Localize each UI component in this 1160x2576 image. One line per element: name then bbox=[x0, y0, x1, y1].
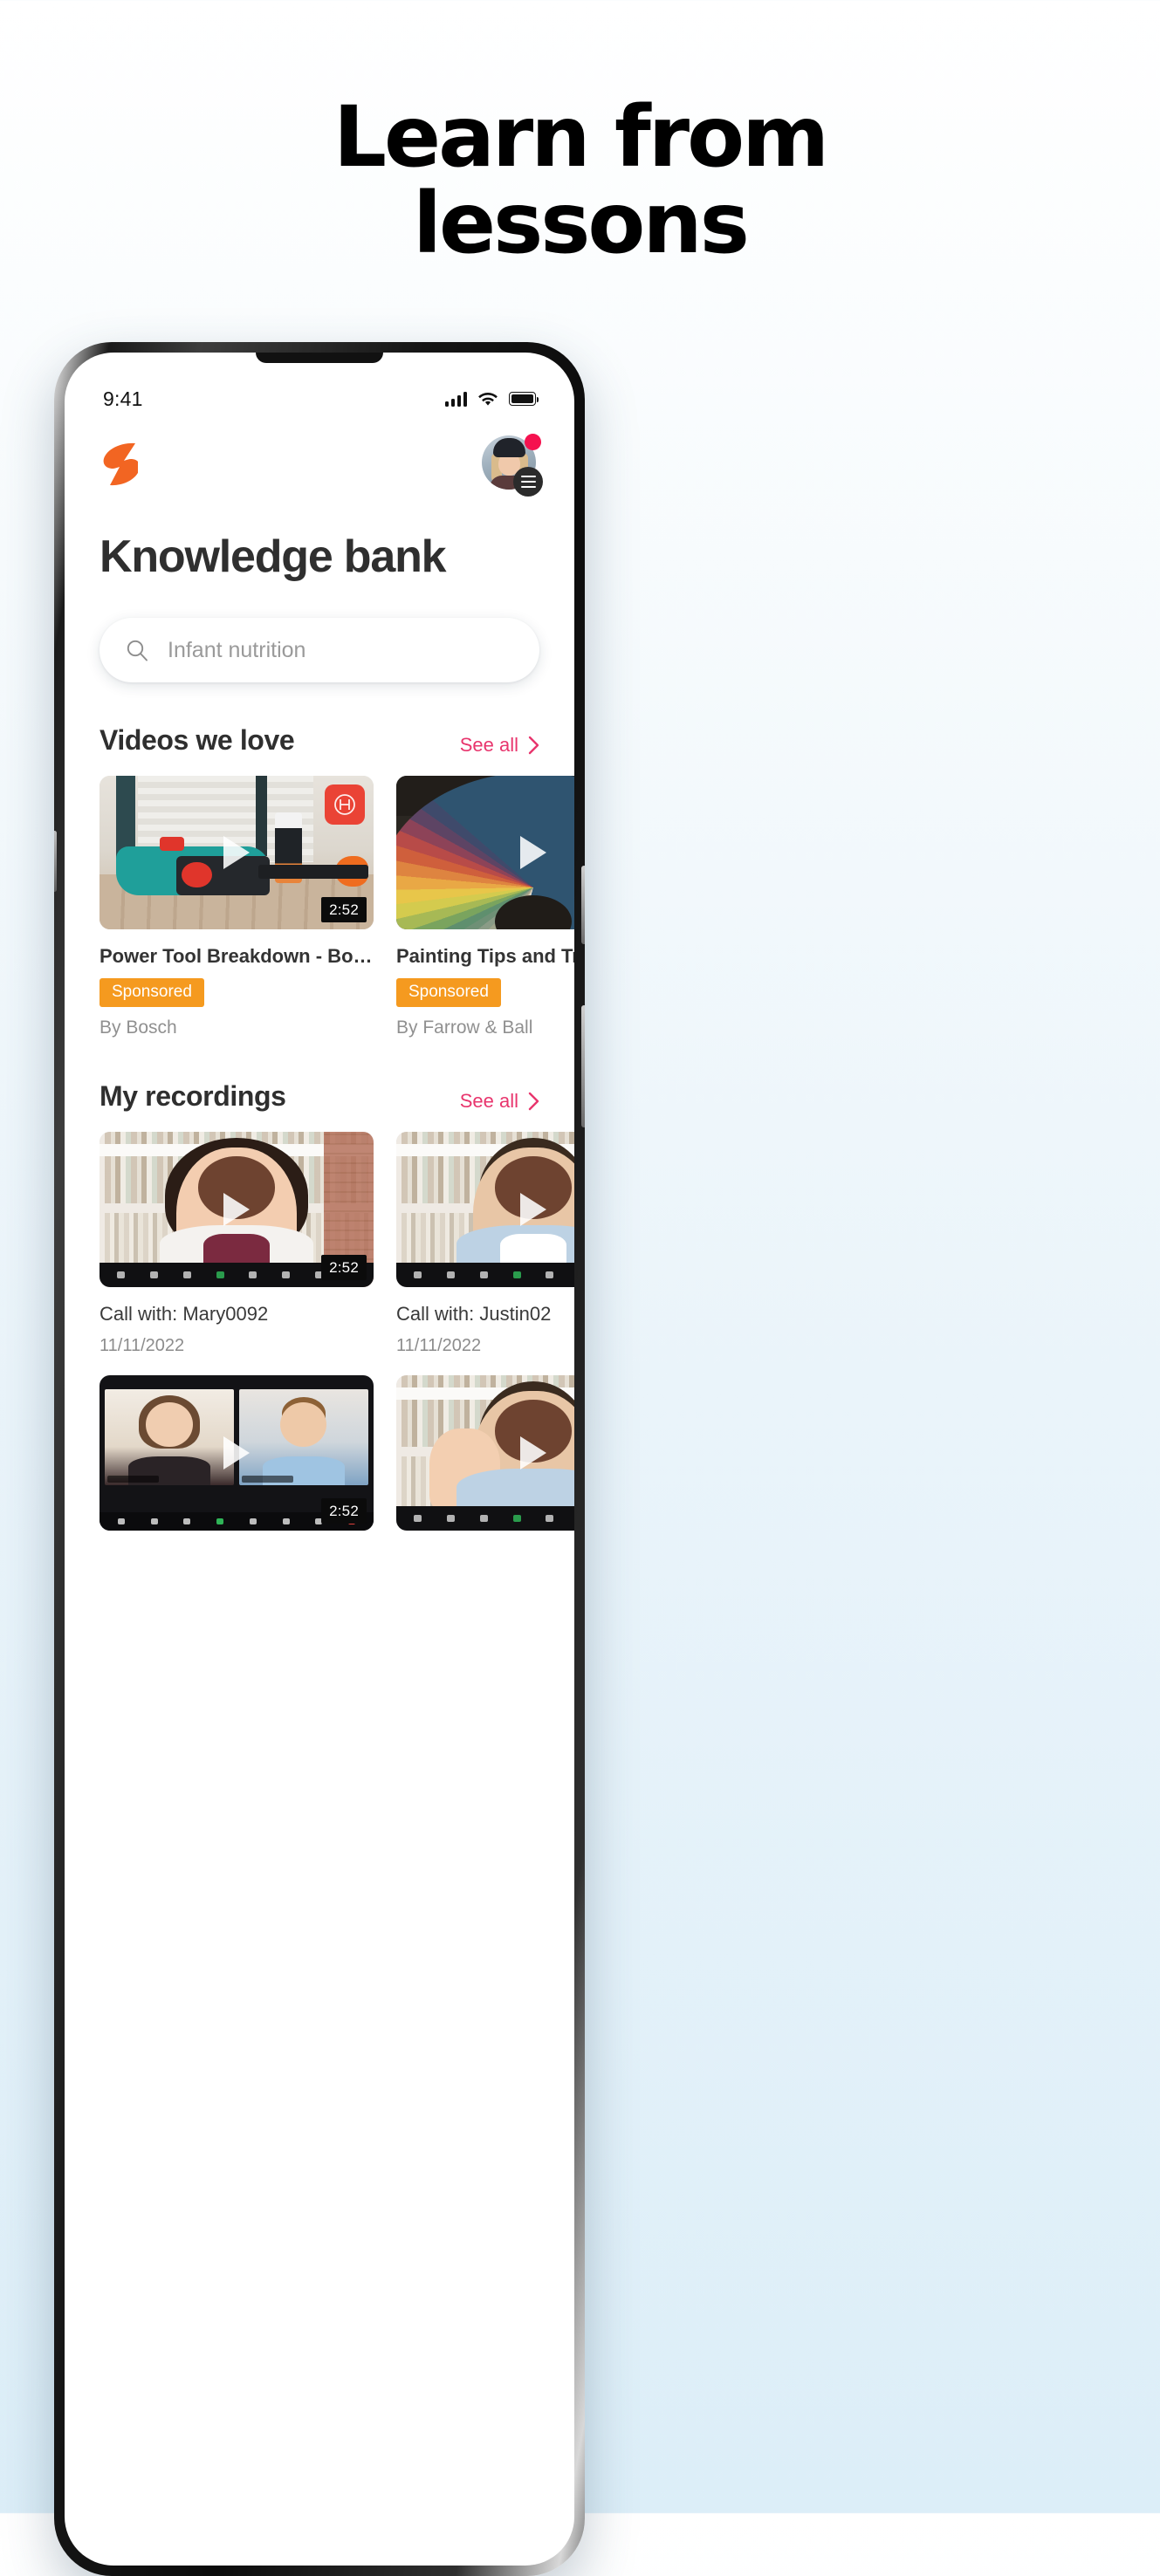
see-all-label: See all bbox=[459, 1090, 518, 1112]
video-thumbnail[interactable] bbox=[396, 776, 574, 929]
search-icon bbox=[126, 639, 148, 661]
recording-date: 11/11/2022 bbox=[100, 1336, 185, 1355]
section-header-recordings: My recordings See all bbox=[100, 1080, 539, 1113]
play-icon bbox=[223, 1436, 250, 1470]
play-icon bbox=[520, 836, 546, 869]
recording-card[interactable]: 1:32 Call with: Justin02 11/11/2022 bbox=[396, 1132, 574, 1356]
recording-card[interactable]: 2:52 bbox=[396, 1375, 574, 1531]
headline-line-1: Learn from bbox=[333, 88, 829, 186]
video-call-woman-waving bbox=[396, 1375, 574, 1531]
chevron-right-icon bbox=[528, 736, 539, 755]
phone-notch bbox=[256, 353, 383, 363]
my-recordings-row-1: 2:52 Call with: Mary0092 11/11/2022 Call… bbox=[100, 1132, 574, 1356]
hero-headline: Learn from lessons bbox=[0, 94, 1160, 267]
search-input[interactable]: Infant nutrition bbox=[100, 618, 539, 682]
page-title: Knowledge bank bbox=[100, 531, 447, 582]
wifi-icon bbox=[477, 391, 498, 407]
sponsored-badge: Sponsored bbox=[100, 978, 204, 1007]
video-call-man-bookshelf bbox=[396, 1132, 574, 1287]
headline-text: Learn from lessons bbox=[0, 94, 1160, 267]
see-all-videos-link[interactable]: See all bbox=[460, 734, 539, 757]
paint-color-fan-thumbnail bbox=[396, 776, 574, 929]
chevron-right-icon bbox=[528, 1092, 539, 1111]
section-title-recordings: My recordings bbox=[100, 1080, 286, 1112]
battery-full-icon bbox=[509, 392, 539, 406]
status-time: 9:41 bbox=[103, 387, 143, 410]
recording-date: 11/11/2022 bbox=[396, 1336, 482, 1355]
recording-card[interactable]: 2:52 Call with: Mary0092 11/11/2022 bbox=[100, 1132, 374, 1356]
notification-badge-dot bbox=[525, 434, 541, 450]
recording-thumbnail[interactable]: 2:52 bbox=[100, 1132, 374, 1287]
see-all-recordings-link[interactable]: See all bbox=[460, 1090, 539, 1113]
play-icon bbox=[223, 836, 250, 869]
headline-line-2: lessons bbox=[413, 174, 750, 272]
recording-duration-badge: 2:52 bbox=[321, 1255, 367, 1280]
play-icon bbox=[520, 1193, 546, 1226]
bosch-logo-badge bbox=[325, 784, 365, 825]
status-icons bbox=[445, 391, 539, 407]
video-title: Painting Tips and Tricks - ... bbox=[396, 945, 574, 967]
signal-bars-icon bbox=[445, 391, 467, 407]
video-card[interactable]: 2:52 Power Tool Breakdown - Bosch Sponso… bbox=[100, 776, 374, 1038]
phone-power-button bbox=[54, 831, 57, 892]
section-header-videos: Videos we love See all bbox=[100, 724, 539, 757]
recording-thumbnail[interactable]: 1:32 bbox=[396, 1132, 574, 1287]
recording-thumbnail[interactable]: 2:52 bbox=[100, 1375, 374, 1531]
video-duration-badge: 2:52 bbox=[321, 897, 367, 922]
recording-card[interactable]: 2:52 bbox=[100, 1375, 374, 1531]
video-title: Power Tool Breakdown - Bosch bbox=[100, 945, 374, 967]
video-byline: By Bosch bbox=[100, 1017, 177, 1038]
sponsored-badge: Sponsored bbox=[396, 978, 501, 1007]
video-byline: By Farrow & Ball bbox=[396, 1017, 533, 1038]
play-icon bbox=[520, 1436, 546, 1470]
recording-thumbnail[interactable]: 2:52 bbox=[396, 1375, 574, 1531]
my-recordings-row-2: 2:52 2:52 bbox=[100, 1375, 574, 1531]
section-title-videos: Videos we love bbox=[100, 724, 295, 756]
phone-volume-button bbox=[581, 1005, 585, 1127]
phone-mockup: 9:41 Knowledge bank Infant nutrition Vid… bbox=[54, 342, 585, 2576]
video-thumbnail[interactable]: 2:52 bbox=[100, 776, 374, 929]
screen-content: Knowledge bank Infant nutrition Videos w… bbox=[65, 531, 574, 1531]
recording-title: Call with: Justin02 bbox=[396, 1303, 552, 1325]
video-card[interactable]: Painting Tips and Tricks - ... Sponsored… bbox=[396, 776, 574, 1038]
hamburger-menu-icon[interactable] bbox=[513, 467, 543, 497]
videos-we-love-list: 2:52 Power Tool Breakdown - Bosch Sponso… bbox=[100, 776, 574, 1038]
phone-screen: 9:41 Knowledge bank Infant nutrition Vid… bbox=[65, 353, 574, 2566]
see-all-label: See all bbox=[459, 734, 518, 756]
recording-duration-badge: 2:52 bbox=[321, 1498, 367, 1524]
profile-avatar-group[interactable] bbox=[482, 434, 543, 497]
recording-title: Call with: Mary0092 bbox=[100, 1303, 269, 1325]
app-header bbox=[65, 417, 574, 501]
app-logo-bolt-icon[interactable] bbox=[100, 442, 141, 487]
search-input-value: Infant nutrition bbox=[168, 637, 306, 662]
play-icon bbox=[223, 1193, 250, 1226]
